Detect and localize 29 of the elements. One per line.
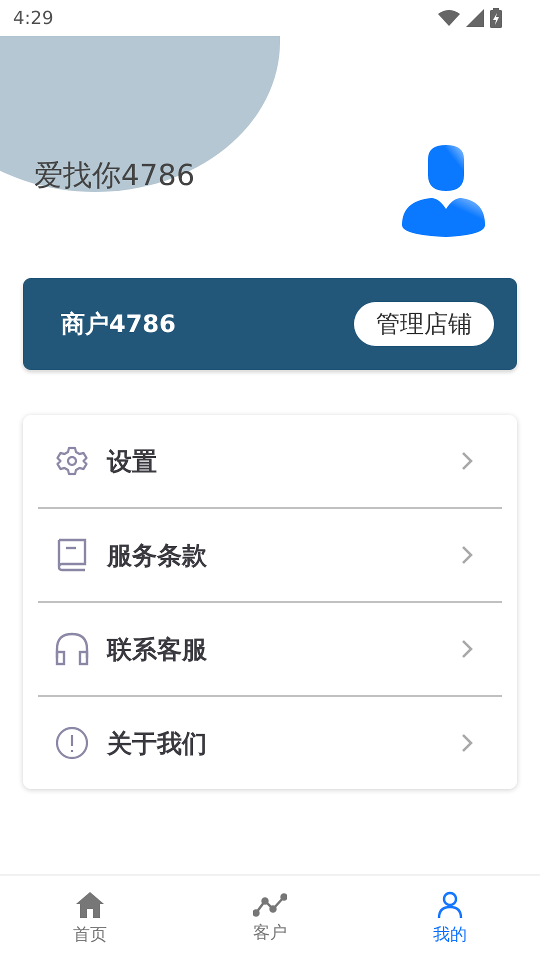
manage-store-button[interactable]: 管理店铺 [354,302,494,346]
menu-item[interactable]: 服务条款 [23,509,517,601]
menu-label: 服务条款 [107,540,208,572]
menu-label: 设置 [107,446,158,478]
menu-item[interactable]: 联系客服 [23,603,517,695]
chevron-icon [461,545,473,565]
trend-icon [253,892,287,916]
wifi-icon [438,10,460,26]
menu-label: 联系客服 [107,634,208,666]
menu-label: 关于我们 [107,728,208,760]
book-icon [55,538,89,572]
status-time: 4:29 [13,8,54,28]
headphones-icon [55,632,89,666]
merchant-name: 商户4786 [61,309,176,340]
menu-item[interactable]: 设置 [23,415,517,507]
nav-tab[interactable]: 首页 [0,876,180,960]
nav-tab[interactable]: 我的 [360,876,540,960]
settings-icon [55,445,89,477]
battery-icon [490,8,502,28]
home-icon [75,890,105,918]
chevron-icon [461,451,473,471]
menu-item[interactable]: 关于我们 [23,697,517,789]
user-name: 爱找你4786 [34,157,195,194]
nav-tab[interactable]: 客户 [180,876,360,960]
chevron-icon [461,639,473,659]
user-icon [437,890,463,918]
info-icon [55,726,89,760]
chevron-icon [461,733,473,753]
signal-icon [466,9,484,27]
